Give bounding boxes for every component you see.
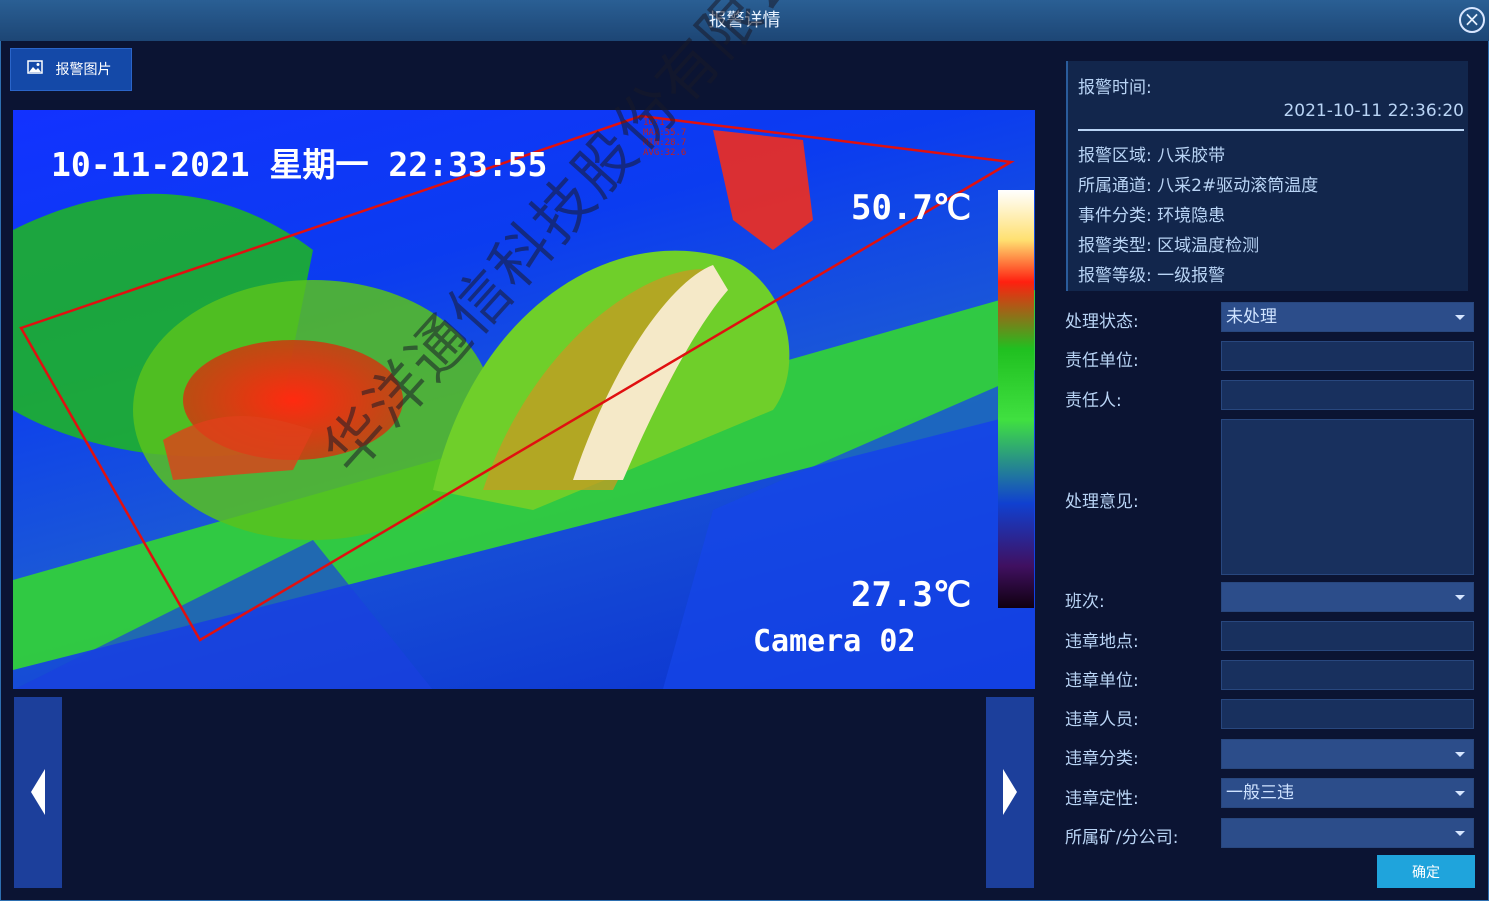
mine-select[interactable]	[1221, 818, 1474, 848]
status-value: 未处理	[1226, 307, 1277, 327]
alarm-level: 报警等级: 一级报警	[1078, 266, 1226, 286]
resp-person-input[interactable]	[1221, 380, 1474, 410]
stat-line: AVG:32.6	[643, 148, 687, 158]
tab-label: 报警图片	[55, 62, 112, 78]
divider	[1078, 129, 1464, 131]
next-image-button[interactable]	[986, 697, 1034, 888]
max-temp-label: 50.7℃	[851, 188, 972, 228]
camera-label: Camera 02	[753, 624, 916, 659]
title-bar: 报警详情	[0, 0, 1489, 41]
image-icon	[27, 49, 43, 91]
image-datetime: 10-11-2021 星期一 22:33:55	[51, 145, 548, 184]
opinion-label: 处理意见:	[1065, 492, 1139, 512]
viol-place-input[interactable]	[1221, 621, 1474, 651]
alarm-image-tab[interactable]: 报警图片	[10, 48, 132, 91]
viol-nature-label: 违章定性:	[1065, 789, 1139, 809]
viol-place-label: 违章地点:	[1065, 632, 1139, 652]
stat-line: MAX:55.7	[643, 128, 687, 138]
previous-image-button[interactable]	[14, 697, 62, 888]
chevron-down-icon	[1455, 791, 1465, 796]
chevron-left-icon	[31, 769, 45, 815]
alarm-time-label: 报警时间:	[1078, 78, 1152, 98]
viol-nature-value: 一般三违	[1226, 783, 1294, 803]
resp-unit-label: 责任单位:	[1065, 351, 1139, 371]
chevron-down-icon	[1455, 315, 1465, 320]
opinion-textarea[interactable]	[1221, 419, 1474, 575]
viol-person-label: 违章人员:	[1065, 710, 1139, 730]
viol-type-select[interactable]	[1221, 739, 1474, 769]
chevron-down-icon	[1455, 831, 1465, 836]
alarm-time-value: 2021-10-11 22:36:20	[1283, 101, 1464, 121]
viol-unit-input[interactable]	[1221, 660, 1474, 690]
image-stats: 10:1 MAX:55.7 MIN:28.7 AVG:32.6	[643, 118, 686, 158]
alarm-type: 报警类型: 区域温度检测	[1078, 236, 1260, 256]
viol-unit-label: 违章单位:	[1065, 671, 1139, 691]
window-title: 报警详情	[708, 10, 781, 31]
status-select[interactable]: 未处理	[1221, 302, 1474, 332]
chevron-down-icon	[1455, 752, 1465, 757]
stat-line: MIN:28.7	[643, 138, 687, 148]
stat-line: 10:1	[643, 118, 665, 128]
chevron-right-icon	[1003, 769, 1017, 815]
resp-unit-input[interactable]	[1221, 341, 1474, 371]
chevron-down-icon	[1455, 595, 1465, 600]
viol-type-label: 违章分类:	[1065, 749, 1139, 769]
event-category: 事件分类: 环境隐患	[1078, 206, 1226, 226]
min-temp-label: 27.3℃	[851, 575, 972, 615]
confirm-button[interactable]: 确定	[1377, 855, 1475, 888]
alarm-area: 报警区域: 八采胶带	[1078, 146, 1226, 166]
alarm-channel: 所属通道: 八采2#驱动滚筒温度	[1078, 176, 1319, 196]
mine-label: 所属矿/分公司:	[1065, 828, 1179, 848]
status-label: 处理状态:	[1065, 312, 1139, 332]
thermal-image: 10-11-2021 星期一 22:33:55 10:1 MAX:55.7 MI…	[13, 110, 1035, 689]
shift-label: 班次:	[1065, 592, 1105, 612]
alarm-info-panel: 报警时间: 2021-10-11 22:36:20 报警区域: 八采胶带 所属通…	[1066, 61, 1468, 291]
shift-select[interactable]	[1221, 582, 1474, 612]
viol-person-input[interactable]	[1221, 699, 1474, 729]
close-icon[interactable]: ×	[1459, 7, 1485, 33]
resp-person-label: 责任人:	[1065, 391, 1122, 411]
viol-nature-select[interactable]: 一般三违	[1221, 778, 1474, 808]
